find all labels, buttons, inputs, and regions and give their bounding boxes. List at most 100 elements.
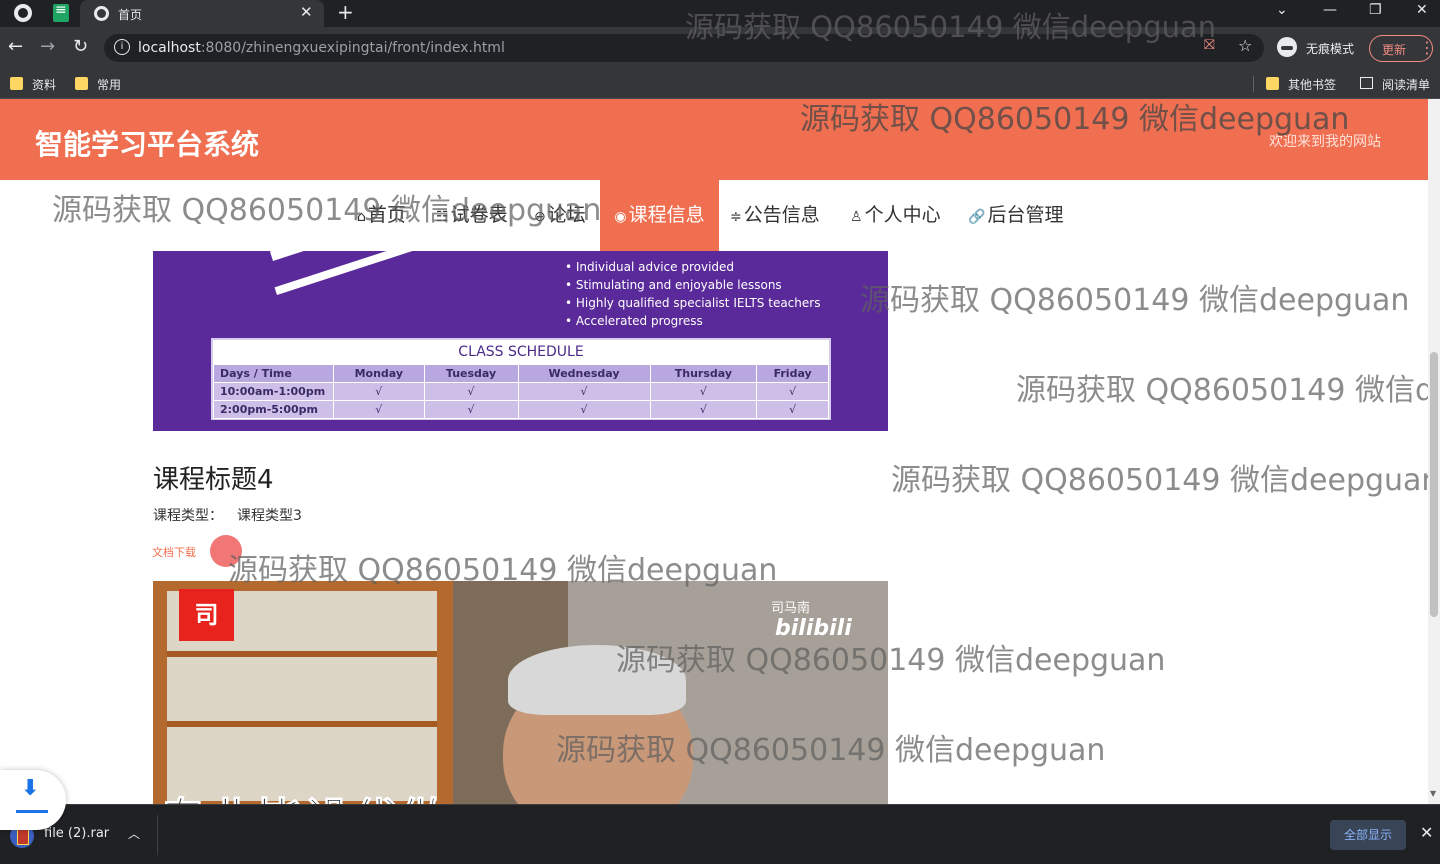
nav-item-forum[interactable]: ⊖ 论坛 <box>534 180 586 251</box>
poster-bullet: • Stimulating and enjoyable lessons <box>565 278 782 292</box>
schedule-row: 2:00pm-5:00pm √ √ √ √ √ <box>213 400 829 419</box>
course-type: 课程类型： 课程类型3 <box>153 505 316 525</box>
update-button[interactable]: 更新 ⋮ <box>1369 35 1435 62</box>
download-file-name[interactable]: file (2).rar <box>44 826 109 841</box>
user-icon: ♙ <box>850 209 863 225</box>
incognito-label: 无痕模式 <box>1306 42 1355 56</box>
schedule-header-cell: Thursday <box>649 364 758 383</box>
schedule-header-cell: Friday <box>756 364 829 383</box>
globe-icon: ◉ <box>614 209 627 225</box>
schedule-cell: √ <box>333 382 425 401</box>
schedule-header-cell: Days / Time <box>213 364 334 383</box>
new-tab-plus-icon[interactable]: + <box>337 0 354 24</box>
url-path: :8080/zhinengxuexipingtai/front/index.ht… <box>200 40 505 56</box>
reading-list-icon <box>1360 77 1373 89</box>
window-close-icon[interactable]: ✕ <box>1416 2 1428 18</box>
url-text[interactable]: localhost:8080/zhinengxuexipingtai/front… <box>138 40 505 56</box>
bookmark-star-icon[interactable]: ☆ <box>1238 36 1252 55</box>
url-host: localhost <box>138 40 201 56</box>
class-schedule: CLASS SCHEDULE Days / Time Monday Tuesda… <box>211 338 831 420</box>
chevron-down-icon[interactable]: ⌄ <box>1276 2 1288 18</box>
bookmark-label: 常用 <box>97 78 122 92</box>
nav-label: 试卷表 <box>450 204 508 226</box>
bookmark-label: 阅读清单 <box>1382 78 1431 92</box>
nav-item-admin[interactable]: 🔗 后台管理 <box>968 180 1063 251</box>
shelf-board <box>167 651 437 657</box>
incognito-icon <box>1277 37 1297 57</box>
schedule-cell: √ <box>649 400 758 419</box>
download-divider <box>157 815 158 855</box>
schedule-header-cell: Monday <box>333 364 425 383</box>
close-icon[interactable]: ✕ <box>300 3 313 21</box>
more-vert-icon: ⋮ <box>1419 38 1435 57</box>
restore-icon[interactable]: ❐ <box>1369 2 1382 18</box>
nav-label: 论坛 <box>547 204 586 226</box>
schedule-header-row: Days / Time Monday Tuesday Wednesday Thu… <box>213 364 829 383</box>
nav-item-personal-center[interactable]: ♙ 个人中心 <box>850 180 941 251</box>
nav-item-announcements[interactable]: ≑ 公告信息 <box>730 180 820 251</box>
nav-item-home[interactable]: ⌂ 首页 <box>357 180 406 251</box>
schedule-header-cell: Tuesday <box>423 364 519 383</box>
address-toolbar: ← → ↻ i localhost:8080/zhinengxuexipingt… <box>0 27 1440 69</box>
schedule-cell: 2:00pm-5:00pm <box>213 400 334 419</box>
document-download-link[interactable]: 文档下载 <box>152 544 196 560</box>
sheets-app-icon[interactable] <box>53 2 69 22</box>
schedule-cell: √ <box>423 400 519 419</box>
blocked-popup-icon[interactable]: ⛝ <box>1204 37 1215 53</box>
poster-bullets: • Individual advice provided • Stimulati… <box>565 258 820 330</box>
course-cover-image[interactable]: • Individual advice provided • Stimulati… <box>153 251 888 431</box>
info-icon[interactable]: i <box>114 39 130 55</box>
schedule-cell: √ <box>649 382 758 401</box>
nav-item-exam-papers[interactable]: ☷ 试卷表 <box>436 180 508 251</box>
reload-icon[interactable]: ↻ <box>73 36 88 57</box>
course-type-label: 课程类型： <box>153 508 223 524</box>
brand-name: 司马南 <box>771 601 811 616</box>
schedule-cell: √ <box>517 400 651 419</box>
url-bar[interactable]: i localhost:8080/zhinengxuexipingtai/fro… <box>104 34 1264 62</box>
main-nav: ⌂ 首页 ☷ 试卷表 ⊖ 论坛 ◉ 课程信息 ≑ 公告信息 ♙ 个人中心 🔗 后台管理 <box>0 180 1428 251</box>
folder-icon <box>75 77 88 90</box>
nav-label: 公告信息 <box>743 204 820 226</box>
scroll-down-arrow-icon[interactable]: ▼ <box>1430 789 1436 798</box>
minimize-icon[interactable]: — <box>1323 2 1337 18</box>
scrollbar-thumb[interactable] <box>1430 352 1438 617</box>
sliders-icon: ≑ <box>730 209 742 225</box>
poster-bullet: • Highly qualified specialist IELTS teac… <box>565 296 821 310</box>
forward-arrow-icon[interactable]: → <box>40 36 55 57</box>
schedule-title: CLASS SCHEDULE <box>458 344 584 360</box>
schedule-cell: √ <box>517 382 651 401</box>
download-arrow-icon: ⬇ <box>21 776 40 801</box>
chat-icon: ⊖ <box>534 209 546 225</box>
schedule-cell: 10:00am-1:00pm <box>213 382 334 401</box>
download-progress-line <box>16 810 48 813</box>
schedule-table: Days / Time Monday Tuesday Wednesday Thu… <box>213 364 829 419</box>
download-shelf: file (2).rar ︿ 全部显示 ✕ <box>0 804 1440 864</box>
site-title: 智能学习平台系统 <box>35 128 260 161</box>
schedule-cell: √ <box>756 382 829 401</box>
bookmark-label: 其他书签 <box>1288 78 1337 92</box>
close-icon[interactable]: ✕ <box>1420 823 1433 842</box>
bookmarks-bar: 资料 常用 其他书签 阅读清单 <box>0 69 1440 99</box>
site-header: 智能学习平台系统 欢迎来到我的网站 <box>0 99 1428 180</box>
chrome-globe-icon[interactable] <box>14 4 32 22</box>
shelf-board <box>167 721 437 727</box>
nav-item-course-info[interactable]: ◉ 课程信息 <box>600 180 719 251</box>
page-scrollbar[interactable]: ▼ <box>1428 99 1440 804</box>
poster-roof-stripe <box>274 251 487 295</box>
back-arrow-icon[interactable]: ← <box>8 36 23 57</box>
course-title[interactable]: 课程标题4 <box>153 459 274 496</box>
poster-bullet: • Accelerated progress <box>565 314 703 328</box>
browser-tab-home[interactable]: 首页 ✕ <box>80 0 324 27</box>
show-all-downloads-button[interactable]: 全部显示 <box>1330 820 1406 850</box>
welcome-text: 欢迎来到我的网站 <box>1269 134 1381 150</box>
nav-label: 后台管理 <box>987 204 1064 226</box>
bookmarks-divider <box>1253 76 1254 92</box>
chevron-up-icon[interactable]: ︿ <box>128 825 140 842</box>
schedule-cell: √ <box>423 382 519 401</box>
schedule-header-cell: Wednesday <box>517 364 651 383</box>
download-float-button[interactable]: ⬇ <box>0 770 66 830</box>
watermark: 源码获取 QQ86050149 微信deepguan <box>891 463 1428 498</box>
tab-title: 首页 <box>118 8 143 22</box>
course-video[interactable]: 司 司马南bilibili <box>153 581 888 804</box>
schedule-cell: √ <box>756 400 829 419</box>
